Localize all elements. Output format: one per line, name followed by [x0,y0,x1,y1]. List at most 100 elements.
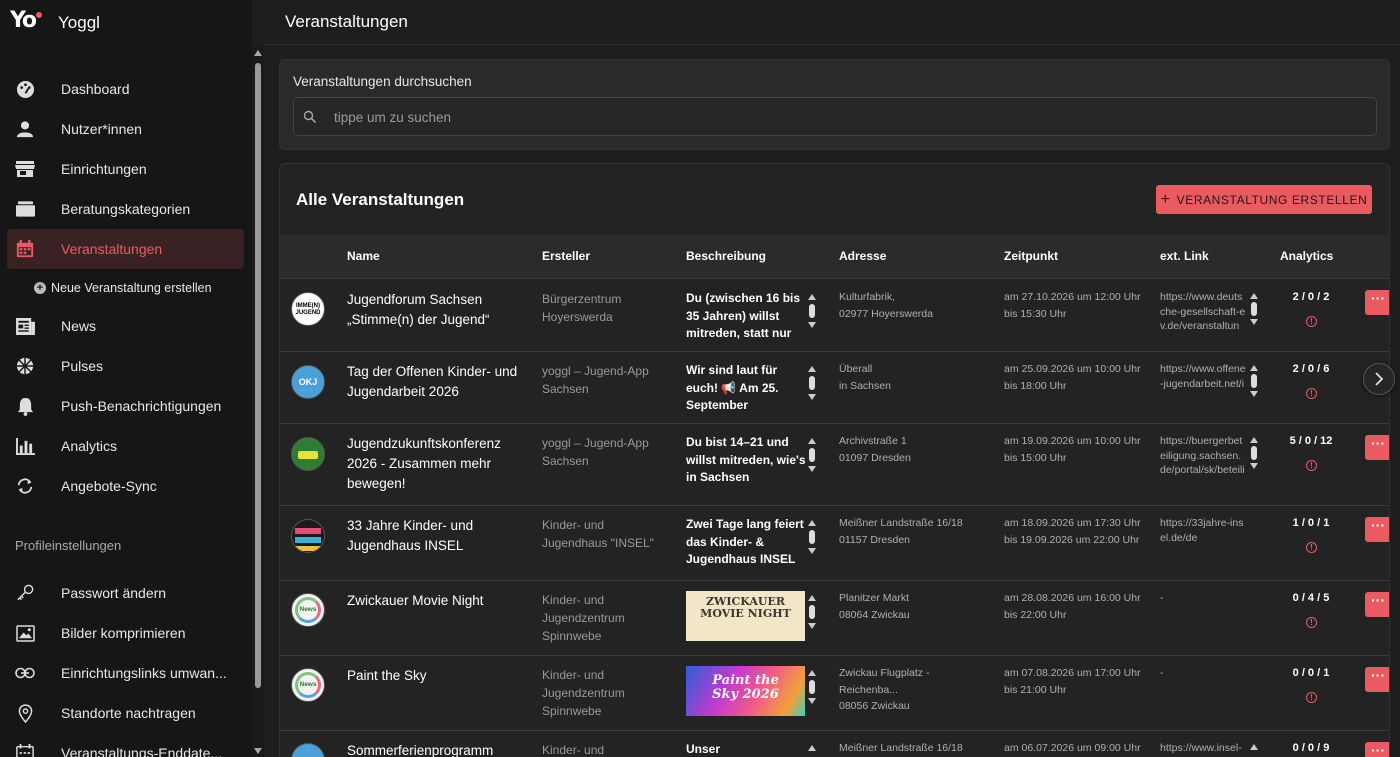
event-address: Planitzer Markt 08064 Zwickau [839,592,910,621]
event-link[interactable]: https://buergerbeteiligung.sachsen.de/po… [1160,434,1246,478]
more-actions-button[interactable]: ··· [1365,290,1389,315]
sidebar-item-facilities[interactable]: Einrichtungen [7,149,244,189]
event-name[interactable]: Zwickauer Movie Night [347,591,532,611]
more-actions-button[interactable]: ··· [1365,435,1389,460]
table-row[interactable]: OKJ Tag der Offenen Kinder- und Jugendar… [280,352,1389,424]
info-icon[interactable]: ! [1306,388,1317,399]
column-header-description[interactable]: Beschreibung [686,249,766,263]
sidebar-item-label: Pulses [61,358,104,374]
description-scrollbar[interactable] [807,520,817,554]
event-avatar: IMME(N) JUGEND [291,292,325,326]
sidebar-item-compress-images[interactable]: Bilder komprimieren [7,613,244,653]
table-row[interactable]: Jugendzukunftskonferenz 2026 - Zusammen … [280,424,1389,506]
more-actions-button[interactable]: ··· [1365,592,1389,617]
link-scrollbar[interactable] [1249,744,1259,750]
column-header-time[interactable]: Zeitpunkt [1004,249,1058,263]
event-time: am 28.08.2026 um 16:00 Uhr bis 22:00 Uhr [1004,592,1141,621]
event-analytics: 2 / 0 / 6 [1292,363,1330,375]
sidebar-item-news[interactable]: News [7,306,244,346]
event-link[interactable]: https://www.insel- [1160,741,1246,756]
table-row[interactable]: IMME(N) JUGEND Jugendforum Sachsen „Stim… [280,280,1389,352]
scroll-up-arrow-icon[interactable] [254,50,262,56]
sidebar-item-label: Passwort ändern [61,585,167,601]
sidebar-item-label: Dashboard [61,81,130,97]
column-header-creator[interactable]: Ersteller [542,249,590,263]
event-name[interactable]: Jugendforum Sachsen „Stimme(n) der Jugen… [347,290,532,330]
info-icon[interactable]: ! [1306,316,1317,327]
column-header-address[interactable]: Adresse [839,249,886,263]
bell-icon [15,396,35,416]
sidebar-item-events[interactable]: Veranstaltungen [7,229,244,269]
info-icon[interactable]: ! [1306,617,1317,628]
sidebar-item-label: Nutzer*innen [61,121,142,137]
sidebar-item-counseling-categories[interactable]: Beratungskategorien [7,189,244,229]
sidebar-item-event-end-dates[interactable]: Veranstaltungs-Enddate... [7,733,244,757]
link-scrollbar[interactable] [1249,437,1259,469]
event-name[interactable]: Sommerferienprogramm [347,741,532,757]
image-icon [15,623,35,643]
sidebar-subitem-label: Neue Veranstaltung erstellen [51,280,212,295]
image-caption: Paint the Sky 2026 [712,673,779,702]
info-icon[interactable]: ! [1306,460,1317,471]
more-actions-button[interactable]: ··· [1365,517,1389,542]
add-circle-icon: + [34,281,46,294]
event-analytics: 0 / 0 / 9 [1292,742,1330,754]
event-description: Zwei Tage lang feiert das Kinder- & Juge… [686,517,804,570]
table-row[interactable]: News Paint the Sky Kinder- und Jugendzen… [280,656,1389,731]
search-box[interactable] [293,97,1377,136]
event-name[interactable]: Tag der Offenen Kinder- und Jugendarbeit… [347,362,532,402]
description-scrollbar[interactable] [807,366,817,400]
table-header: Name Ersteller Beschreibung Adresse Zeit… [280,235,1389,279]
description-scrollbar[interactable] [807,438,817,472]
sidebar-item-users[interactable]: Nutzer*innen [7,109,244,149]
sidebar-scrollbar[interactable] [252,45,264,757]
scroll-right-button[interactable] [1363,363,1395,395]
sidebar-item-analytics[interactable]: Analytics [7,426,244,466]
sidebar-item-change-password[interactable]: Passwort ändern [7,573,244,613]
search-input[interactable] [334,106,1334,128]
event-creator: Kinder- und Jugendzentrum Spinnwebe [542,668,625,718]
description-scrollbar[interactable] [807,670,817,704]
pulses-icon [15,356,35,376]
event-address: Zwickau Flugplatz - Reichenba... 08056 Zw… [839,667,930,712]
link-scrollbar[interactable] [1249,293,1259,325]
event-link[interactable]: https://33jahre-insel.de/de [1160,516,1246,548]
more-actions-button[interactable]: ··· [1365,667,1389,692]
sidebar-item-push-notifications[interactable]: Push-Benachrichtigungen [7,386,244,426]
description-scrollbar[interactable] [807,294,817,328]
table-row[interactable]: News Zwickauer Movie Night Kinder- und J… [280,581,1389,656]
scrollbar-thumb[interactable] [255,63,261,688]
sidebar-item-offers-sync[interactable]: Angebote-Sync [7,466,244,506]
description-scrollbar[interactable] [807,745,817,751]
brand[interactable]: Yo Yoggl [10,8,100,38]
column-header-name[interactable]: Name [347,249,380,263]
sidebar-item-add-locations[interactable]: Standorte nachtragen [7,693,244,733]
events-card: Alle Veranstaltungen + VERANSTALTUNG ERS… [279,163,1390,757]
description-scrollbar[interactable] [807,595,817,629]
column-header-ext-link[interactable]: ext. Link [1160,249,1209,263]
event-name[interactable]: Paint the Sky [347,666,532,686]
event-name[interactable]: 33 Jahre Kinder- und Jugendhaus INSEL [347,516,532,556]
sidebar-item-convert-facility-links[interactable]: Einrichtungslinks umwan... [7,653,244,693]
avatar-text: OKJ [298,377,318,387]
link-scrollbar[interactable] [1249,365,1259,397]
info-icon[interactable]: ! [1306,692,1317,703]
event-link[interactable]: https://www.offene-jugendarbeit.net/i [1160,362,1246,412]
events-title: Alle Veranstaltungen [296,190,465,209]
sidebar-subitem-create-event[interactable]: + Neue Veranstaltung erstellen [0,269,252,306]
event-name[interactable]: Jugendzukunftskonferenz 2026 - Zusammen … [347,434,532,494]
sidebar-item-dashboard[interactable]: Dashboard [7,69,244,109]
sidebar-item-pulses[interactable]: Pulses [7,346,244,386]
table-row[interactable]: Sommerferienprogramm Kinder- und Unser M… [280,731,1389,757]
event-address: Meißner Landstraße 16/18 [839,742,963,754]
topbar: Veranstaltungen [264,0,1400,45]
event-analytics: 0 / 0 / 1 [1292,667,1330,679]
scroll-down-arrow-icon[interactable] [254,748,262,754]
table-row[interactable]: 33 Jahre Kinder- und Jugendhaus INSEL Ki… [280,506,1389,581]
column-header-analytics[interactable]: Analytics [1280,249,1333,263]
more-actions-button[interactable]: ··· [1365,742,1389,757]
create-event-button[interactable]: + VERANSTALTUNG ERSTELLEN [1156,185,1372,214]
info-icon[interactable]: ! [1306,542,1317,553]
event-link[interactable]: https://www.deutsche-gesellschaft-ev.de/… [1160,290,1246,340]
sidebar-item-label: Bilder komprimieren [61,625,186,641]
